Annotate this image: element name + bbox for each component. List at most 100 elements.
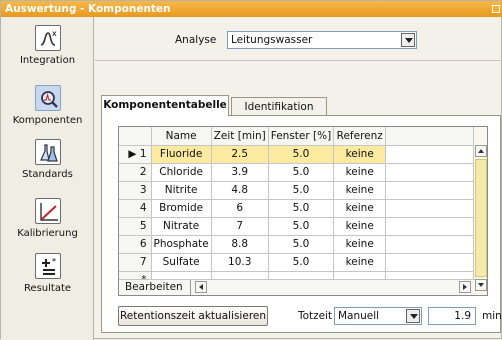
tab-label: Identifikation bbox=[244, 101, 314, 113]
totzeit-value-input[interactable]: 1.9 bbox=[428, 307, 476, 325]
column-header-fenster[interactable]: Fenster [%] bbox=[268, 127, 335, 146]
cell-referenz[interactable]: keine bbox=[333, 235, 387, 254]
cell-zeit[interactable]: 4.8 bbox=[211, 181, 269, 200]
cell-zeit[interactable]: 2.5 bbox=[211, 145, 269, 164]
tab-panel: Name Zeit [min] Fenster [%] Referenz ▶ 1… bbox=[101, 115, 502, 333]
magnifier-peak-icon bbox=[34, 85, 61, 111]
tab-label: Komponententabelle bbox=[103, 99, 227, 111]
table-row[interactable]: 3 Nitrite 4.8 5.0 keine bbox=[119, 181, 482, 200]
scroll-right-icon[interactable] bbox=[459, 281, 471, 293]
scroll-left-icon[interactable] bbox=[195, 281, 207, 293]
analyse-select-value: Leitungswasser bbox=[231, 34, 313, 46]
column-header-zeit[interactable]: Zeit [min] bbox=[211, 127, 269, 146]
table-row[interactable]: 2 Chloride 3.9 5.0 keine bbox=[119, 163, 482, 182]
cell-zeit[interactable]: 7 bbox=[211, 217, 269, 236]
cell-referenz[interactable]: keine bbox=[333, 253, 387, 272]
table-row[interactable]: 5 Nitrate 7 5.0 keine bbox=[119, 217, 482, 236]
chevron-down-icon[interactable] bbox=[406, 309, 420, 323]
plus-equals-icon: * bbox=[34, 253, 61, 279]
sidebar: x Integration Komponenten Standards Kali… bbox=[1, 17, 94, 340]
cell-name[interactable]: Nitrate bbox=[151, 217, 212, 236]
cell-empty bbox=[385, 217, 482, 236]
row-number: 7 bbox=[119, 253, 152, 272]
update-retention-time-button[interactable]: Retentionszeit aktualisieren bbox=[118, 306, 268, 326]
cell-name[interactable]: Sulfate bbox=[151, 253, 212, 272]
cell-empty bbox=[385, 253, 482, 272]
row-number: 2 bbox=[119, 163, 152, 182]
column-header-name[interactable]: Name bbox=[151, 127, 212, 146]
cell-zeit[interactable]: 10.3 bbox=[211, 253, 269, 272]
cell-zeit[interactable]: 8.8 bbox=[211, 235, 269, 254]
sidebar-item-standards[interactable]: Standards bbox=[1, 139, 94, 180]
scroll-down-icon[interactable] bbox=[475, 279, 487, 291]
cell-empty bbox=[385, 235, 482, 254]
analyse-row: Analyse Leitungswasser bbox=[95, 31, 502, 51]
cell-empty bbox=[385, 199, 482, 218]
table-header-row: Name Zeit [min] Fenster [%] Referenz bbox=[119, 127, 482, 146]
cell-fenster[interactable]: 5.0 bbox=[268, 181, 335, 200]
sidebar-item-kalibrierung[interactable]: Kalibrierung bbox=[1, 198, 94, 239]
cell-referenz[interactable]: keine bbox=[333, 181, 387, 200]
main-content: Analyse Leitungswasser Komponententabell… bbox=[95, 17, 502, 340]
cell-referenz[interactable]: keine bbox=[333, 145, 387, 164]
column-header-empty bbox=[385, 127, 482, 146]
row-number: 3 bbox=[119, 181, 152, 200]
cell-referenz[interactable]: keine bbox=[333, 163, 387, 182]
components-table: Name Zeit [min] Fenster [%] Referenz ▶ 1… bbox=[118, 126, 488, 296]
cell-zeit[interactable]: 3.9 bbox=[211, 163, 269, 182]
window-close-button[interactable] bbox=[492, 5, 500, 13]
scroll-up-icon[interactable] bbox=[475, 145, 487, 157]
cell-name[interactable]: Nitrite bbox=[151, 181, 212, 200]
calibration-curve-icon bbox=[34, 198, 61, 224]
cell-fenster[interactable]: 5.0 bbox=[268, 235, 335, 254]
table-row[interactable]: 7 Sulfate 10.3 5.0 keine bbox=[119, 253, 482, 272]
horizontal-scrollbar[interactable]: Bearbeiten ▼ bbox=[119, 279, 475, 295]
cell-referenz[interactable]: keine bbox=[333, 217, 387, 236]
totzeit-mode-select[interactable]: Manuell bbox=[334, 307, 422, 325]
sidebar-item-integration[interactable]: x Integration bbox=[1, 25, 94, 66]
vertical-scrollbar[interactable] bbox=[473, 127, 487, 295]
row-header-corner bbox=[119, 127, 152, 146]
divider bbox=[95, 60, 502, 61]
tab-identifikation[interactable]: Identifikation bbox=[231, 97, 327, 117]
table: Name Zeit [min] Fenster [%] Referenz ▶ 1… bbox=[119, 127, 482, 290]
totzeit-unit: min bbox=[482, 310, 502, 322]
sidebar-item-label: Standards bbox=[22, 169, 73, 180]
cell-fenster[interactable]: 5.0 bbox=[268, 163, 335, 182]
cell-name[interactable]: Chloride bbox=[151, 163, 212, 182]
tab-komponententabelle[interactable]: Komponententabelle bbox=[101, 95, 229, 116]
table-row[interactable]: 6 Phosphate 8.8 5.0 keine bbox=[119, 235, 482, 254]
window: Auswertung - Komponenten x Integration K… bbox=[0, 0, 502, 340]
table-row[interactable]: ▶ 1 Fluoride 2.5 5.0 keine bbox=[119, 145, 482, 164]
flasks-icon bbox=[34, 139, 61, 165]
sidebar-item-label: Kalibrierung bbox=[17, 228, 78, 239]
row-number-text: 1 bbox=[139, 148, 147, 160]
cell-fenster[interactable]: 5.0 bbox=[268, 199, 335, 218]
cell-fenster[interactable]: 5.0 bbox=[268, 217, 335, 236]
cell-referenz[interactable]: keine bbox=[333, 199, 387, 218]
row-number: 6 bbox=[119, 235, 152, 254]
edit-menu-button[interactable]: Bearbeiten ▼ bbox=[119, 280, 191, 295]
cell-name[interactable]: Phosphate bbox=[151, 235, 212, 254]
sidebar-item-label: Integration bbox=[19, 55, 76, 66]
sidebar-item-label: Komponenten bbox=[12, 115, 83, 126]
chevron-down-icon[interactable] bbox=[401, 33, 415, 47]
cell-fenster[interactable]: 5.0 bbox=[268, 145, 335, 164]
sidebar-item-komponenten[interactable]: Komponenten bbox=[1, 85, 94, 126]
cell-name[interactable]: Bromide bbox=[151, 199, 212, 218]
cell-empty bbox=[385, 163, 482, 182]
analyse-select[interactable]: Leitungswasser bbox=[227, 31, 417, 49]
window-title: Auswertung - Komponenten bbox=[5, 3, 171, 15]
analyse-label: Analyse bbox=[175, 34, 217, 46]
cell-zeit[interactable]: 6 bbox=[211, 199, 269, 218]
cell-fenster[interactable]: 5.0 bbox=[268, 253, 335, 272]
totzeit-mode-value: Manuell bbox=[338, 310, 380, 322]
scrollbar-thumb[interactable] bbox=[475, 159, 487, 277]
integration-icon: x bbox=[34, 25, 61, 51]
table-row[interactable]: 4 Bromide 6 5.0 keine bbox=[119, 199, 482, 218]
column-header-referenz[interactable]: Referenz bbox=[333, 127, 387, 146]
sidebar-item-label: Resultate bbox=[23, 283, 72, 294]
title-bar: Auswertung - Komponenten bbox=[1, 1, 502, 17]
cell-name[interactable]: Fluoride bbox=[151, 145, 212, 164]
sidebar-item-resultate[interactable]: * Resultate bbox=[1, 253, 94, 294]
